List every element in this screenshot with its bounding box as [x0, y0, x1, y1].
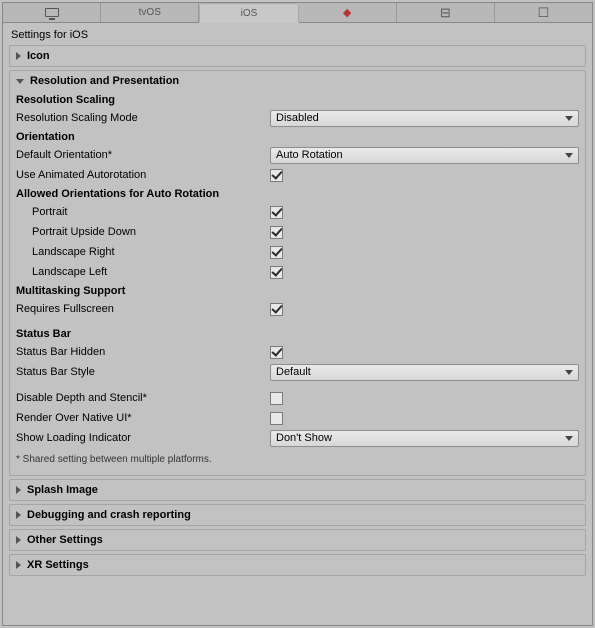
section-resolution: Resolution and Presentation Resolution S…: [9, 70, 586, 476]
label-portrait-upside-down: Portrait Upside Down: [16, 226, 270, 238]
row-disable-depth-stencil: Disable Depth and Stencil*: [16, 388, 579, 408]
html5-icon: ☐: [538, 5, 550, 21]
row-portrait: Portrait: [16, 202, 579, 222]
settings-content: Settings for iOS Icon Resolution and Pre…: [3, 23, 592, 625]
checkbox-requires-fullscreen[interactable]: [270, 303, 283, 316]
section-icon: Icon: [9, 45, 586, 67]
tab-webgl[interactable]: ☐: [495, 3, 592, 22]
subhead-allowed-orientations: Allowed Orientations for Auto Rotation: [16, 185, 579, 202]
page-title: Settings for iOS: [9, 26, 586, 45]
dropdown-status-bar-style[interactable]: Default: [270, 364, 579, 381]
label-render-over-native-ui: Render Over Native UI*: [16, 412, 270, 424]
chevron-right-icon: [16, 52, 21, 60]
row-use-animated-autorotation: Use Animated Autorotation: [16, 165, 579, 185]
dropdown-value: Don't Show: [276, 432, 332, 444]
chevron-down-icon: [565, 116, 573, 121]
tab-android[interactable]: ⊟: [397, 3, 495, 22]
section-icon-header[interactable]: Icon: [10, 46, 585, 66]
label-status-bar-style: Status Bar Style: [16, 366, 270, 378]
section-other: Other Settings: [9, 529, 586, 551]
chevron-right-icon: [16, 561, 21, 569]
section-debug: Debugging and crash reporting: [9, 504, 586, 526]
label-resolution-scaling-mode: Resolution Scaling Mode: [16, 112, 270, 124]
section-title: Other Settings: [27, 534, 103, 546]
chevron-down-icon: [565, 370, 573, 375]
android-icon: ⊟: [440, 5, 451, 21]
checkbox-portrait-upside-down[interactable]: [270, 226, 283, 239]
checkbox-status-bar-hidden[interactable]: [270, 346, 283, 359]
label-show-loading-indicator: Show Loading Indicator: [16, 432, 270, 444]
tab-standalone[interactable]: [3, 3, 101, 22]
row-render-over-native-ui: Render Over Native UI*: [16, 408, 579, 428]
player-settings-panel: tvOS iOS ◆ ⊟ ☐ Settings for iOS Icon Res…: [2, 2, 593, 626]
checkbox-render-over-native-ui[interactable]: [270, 412, 283, 425]
row-resolution-scaling-mode: Resolution Scaling Mode Disabled: [16, 108, 579, 128]
section-debug-header[interactable]: Debugging and crash reporting: [10, 505, 585, 525]
row-status-bar-style: Status Bar Style Default: [16, 362, 579, 382]
section-resolution-body: Resolution Scaling Resolution Scaling Mo…: [10, 91, 585, 475]
section-xr-header[interactable]: XR Settings: [10, 555, 585, 575]
checkbox-landscape-left[interactable]: [270, 266, 283, 279]
subhead-resolution-scaling: Resolution Scaling: [16, 91, 579, 108]
tab-label: tvOS: [139, 7, 161, 18]
dropdown-value: Auto Rotation: [276, 149, 343, 161]
label-portrait: Portrait: [16, 206, 270, 218]
dropdown-value: Disabled: [276, 112, 319, 124]
dropdown-default-orientation[interactable]: Auto Rotation: [270, 147, 579, 164]
section-title: Splash Image: [27, 484, 98, 496]
section-splash-header[interactable]: Splash Image: [10, 480, 585, 500]
section-title: XR Settings: [27, 559, 89, 571]
dropdown-resolution-scaling-mode[interactable]: Disabled: [270, 110, 579, 127]
tab-label: iOS: [241, 8, 258, 19]
row-show-loading-indicator: Show Loading Indicator Don't Show: [16, 428, 579, 448]
chevron-down-icon: [565, 436, 573, 441]
checkbox-portrait[interactable]: [270, 206, 283, 219]
chevron-down-icon: [565, 153, 573, 158]
row-default-orientation: Default Orientation* Auto Rotation: [16, 145, 579, 165]
label-landscape-right: Landscape Right: [16, 246, 270, 258]
checkbox-disable-depth-stencil[interactable]: [270, 392, 283, 405]
footnote-shared-setting: * Shared setting between multiple platfo…: [16, 448, 579, 469]
tab-lumin[interactable]: ◆: [299, 3, 397, 22]
platform-tabs: tvOS iOS ◆ ⊟ ☐: [3, 3, 592, 23]
row-landscape-right: Landscape Right: [16, 242, 579, 262]
checkbox-use-animated-autorotation[interactable]: [270, 169, 283, 182]
subhead-orientation: Orientation: [16, 128, 579, 145]
chevron-right-icon: [16, 511, 21, 519]
label-landscape-left: Landscape Left: [16, 266, 270, 278]
section-title: Resolution and Presentation: [30, 75, 179, 87]
row-portrait-upside-down: Portrait Upside Down: [16, 222, 579, 242]
dropdown-show-loading-indicator[interactable]: Don't Show: [270, 430, 579, 447]
subhead-multitasking: Multitasking Support: [16, 282, 579, 299]
row-status-bar-hidden: Status Bar Hidden: [16, 342, 579, 362]
monitor-icon: [45, 8, 59, 17]
section-splash: Splash Image: [9, 479, 586, 501]
checkbox-landscape-right[interactable]: [270, 246, 283, 259]
label-disable-depth-stencil: Disable Depth and Stencil*: [16, 392, 270, 404]
row-requires-fullscreen: Requires Fullscreen: [16, 299, 579, 319]
section-title: Debugging and crash reporting: [27, 509, 191, 521]
lumin-icon: ◆: [343, 6, 351, 19]
dropdown-value: Default: [276, 366, 311, 378]
label-status-bar-hidden: Status Bar Hidden: [16, 346, 270, 358]
section-xr: XR Settings: [9, 554, 586, 576]
chevron-down-icon: [16, 79, 24, 84]
chevron-right-icon: [16, 486, 21, 494]
label-default-orientation: Default Orientation*: [16, 149, 270, 161]
tab-ios[interactable]: iOS: [199, 3, 298, 23]
section-resolution-header[interactable]: Resolution and Presentation: [10, 71, 585, 91]
tab-tvos[interactable]: tvOS: [101, 3, 199, 22]
label-requires-fullscreen: Requires Fullscreen: [16, 303, 270, 315]
section-other-header[interactable]: Other Settings: [10, 530, 585, 550]
chevron-right-icon: [16, 536, 21, 544]
label-use-animated-autorotation: Use Animated Autorotation: [16, 169, 270, 181]
section-title: Icon: [27, 50, 50, 62]
subhead-status-bar: Status Bar: [16, 325, 579, 342]
row-landscape-left: Landscape Left: [16, 262, 579, 282]
